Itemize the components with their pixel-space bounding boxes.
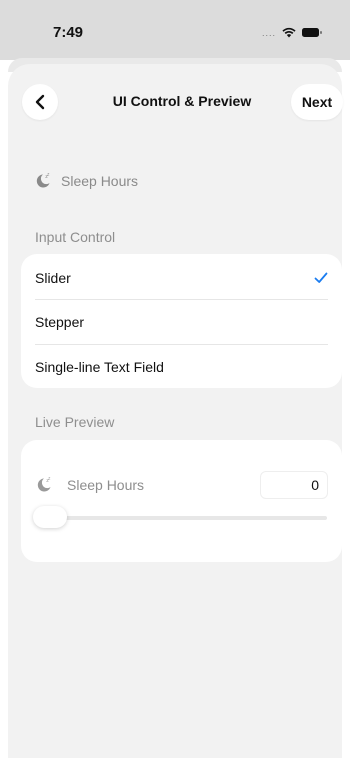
option-slider[interactable]: Slider (35, 256, 328, 300)
field-header: z z Sleep Hours (34, 172, 138, 190)
live-preview-card: z z Sleep Hours 0 (21, 440, 342, 562)
option-label: Slider (35, 270, 71, 286)
input-control-section-label: Input Control (35, 229, 116, 245)
status-bar: 7:49 .... (0, 0, 350, 60)
moon-zzz-icon: z z (36, 172, 50, 188)
option-stepper[interactable]: Stepper (35, 300, 328, 344)
value-field[interactable]: 0 (260, 471, 328, 499)
wifi-icon (282, 27, 296, 38)
field-header-label: Sleep Hours (61, 173, 139, 189)
modal-sheet (8, 64, 342, 758)
battery-icon (302, 28, 322, 37)
svg-text:z: z (48, 476, 50, 481)
slider-track[interactable] (35, 516, 327, 520)
preview-row: z z Sleep Hours 0 (35, 470, 328, 500)
option-label: Stepper (35, 314, 85, 330)
live-preview-section-label: Live Preview (35, 414, 115, 430)
status-icons: .... (262, 27, 322, 38)
option-text-field[interactable]: Single-line Text Field (35, 345, 328, 389)
input-control-card: Slider Stepper Single-line Text Field (21, 254, 342, 388)
next-button[interactable]: Next (291, 84, 343, 120)
status-time: 7:49 (53, 24, 84, 41)
signal-dots: .... (261, 27, 276, 38)
svg-text:z: z (47, 172, 49, 177)
checkmark-icon (314, 272, 328, 283)
moon-zzz-icon: z z (37, 476, 51, 492)
option-label: Single-line Text Field (35, 359, 164, 375)
slider-thumb[interactable] (33, 506, 67, 528)
preview-label: Sleep Hours (67, 477, 145, 493)
